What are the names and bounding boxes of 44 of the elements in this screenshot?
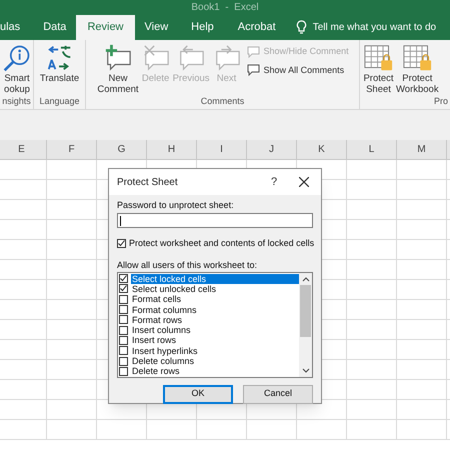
group-label: Pro: [434, 95, 448, 107]
ribbon-button[interactable]: Protect Sheet: [362, 43, 395, 95]
ribbon-button[interactable]: Show All Comments: [246, 64, 349, 77]
ribbon-tab[interactable]: View: [136, 15, 176, 40]
column-header[interactable]: L: [347, 140, 397, 159]
column-header[interactable]: G: [97, 140, 147, 159]
list-item[interactable]: Insert rows: [131, 335, 299, 346]
column-header[interactable]: J: [247, 140, 297, 159]
column-header[interactable]: H: [147, 140, 197, 159]
list-item[interactable]: Insert hyperlinks: [131, 346, 299, 356]
ribbon-tab[interactable]: Review: [76, 15, 135, 40]
dialog-title: Protect Sheet: [117, 176, 179, 190]
window-title: Book1 - Excel: [191, 2, 259, 12]
checkbox-label: Protect worksheet and contents of locked cells: [129, 237, 314, 250]
list-item[interactable]: Format columns: [131, 304, 299, 315]
column-header[interactable]: I: [197, 140, 247, 159]
ribbon-tab[interactable]: ulas: [0, 15, 28, 40]
list-label: Allow all users of this worksheet to:: [117, 260, 258, 270]
ribbon-button[interactable]: Protect Workbook: [395, 43, 440, 95]
help-button[interactable]: ?: [261, 172, 287, 192]
ribbon-tab[interactable]: Help: [183, 15, 222, 40]
ribbon-button[interactable]: Translate: [38, 43, 80, 84]
ribbon-tab[interactable]: Acrobat: [230, 15, 284, 40]
list-item[interactable]: Format rows: [131, 314, 299, 325]
column-header[interactable]: K: [297, 140, 347, 159]
list-item[interactable]: Select unlocked cells: [131, 284, 299, 294]
ribbon-button[interactable]: New Comment: [96, 43, 140, 95]
field-label: Password to unprotect sheet:: [117, 200, 235, 211]
list-item[interactable]: Delete rows: [131, 366, 299, 376]
column-header[interactable]: E: [0, 140, 47, 159]
group-label: nsights: [2, 95, 31, 107]
list-item[interactable]: Format cells: [131, 294, 299, 304]
column-header[interactable]: F: [47, 140, 97, 159]
list-item[interactable]: Insert columns: [131, 325, 299, 336]
dialog-button[interactable]: OK: [163, 384, 233, 404]
ribbon-tab[interactable]: Data: [35, 15, 74, 40]
tell-me-search[interactable]: Tell me what you want to do: [296, 15, 436, 40]
dialog-button[interactable]: Cancel: [243, 384, 313, 404]
list-item[interactable]: Select locked cells: [131, 274, 299, 284]
list-item[interactable]: Delete columns: [131, 356, 299, 366]
group-label: Language: [39, 95, 80, 107]
group-label: Comments: [200, 95, 244, 107]
column-header[interactable]: M: [397, 140, 447, 159]
ribbon-button[interactable]: Smart ookup: [1, 43, 33, 95]
